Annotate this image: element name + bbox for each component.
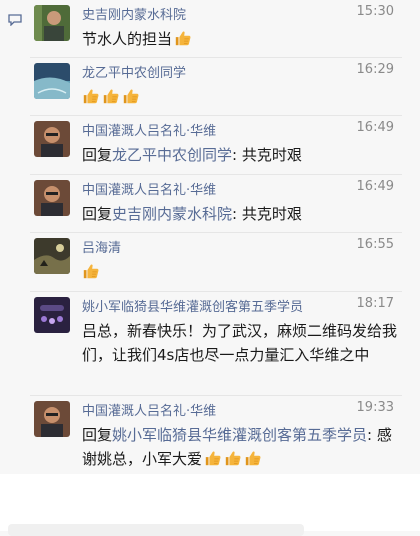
avatar[interactable] [34, 297, 70, 333]
reply-to-link[interactable]: 姚小军临猗县华维灌溉创客第五季学员 [112, 426, 367, 444]
comment-item: 姚小军临猗县华维灌溉创客第五季学员 18:17 吕总，新春快乐！为了武汉，麻烦二… [30, 292, 402, 396]
comment-feed: 史吉刚内蒙水科院 15:30 节水人的担当 龙乙平中农创同学 16:29 中国灌… [0, 0, 420, 474]
bottom-area [0, 474, 420, 536]
avatar[interactable] [34, 5, 70, 41]
commenter-name[interactable]: 龙乙平中农创同学 [82, 62, 186, 81]
comment-time: 16:29 [356, 62, 394, 77]
thumbs-up-icon [204, 449, 222, 467]
comment-time: 18:17 [356, 296, 394, 311]
comment-time: 19:33 [356, 400, 394, 415]
comment-text: 吕总，新春快乐！为了武汉，麻烦二维码发给我们，让我们4s店也尽一点力量汇入华维之… [82, 322, 398, 364]
thumbs-up-icon [82, 262, 100, 280]
comment-time: 16:55 [356, 237, 394, 252]
comment-text [82, 85, 402, 109]
comment-item: 史吉刚内蒙水科院 15:30 节水人的担当 [30, 0, 402, 58]
avatar[interactable] [34, 180, 70, 216]
comment-input[interactable] [8, 524, 304, 536]
comment-text: 回复龙乙平中农创同学: 共克时艰 [82, 143, 402, 167]
avatar[interactable] [34, 63, 70, 99]
thumbs-up-icon [174, 29, 192, 47]
comment-text: 节水人的担当 [82, 27, 402, 51]
comment-item: 中国灌溉人吕名礼·华维 19:33 回复姚小军临猗县华维灌溉创客第五季学员: 感… [30, 396, 402, 474]
reply-prefix: 回复 [82, 146, 113, 164]
commenter-name[interactable]: 姚小军临猗县华维灌溉创客第五季学员 [82, 296, 303, 315]
thumbs-up-icon [224, 449, 242, 467]
comment-text: 回复史吉刚内蒙水科院: 共克时艰 [82, 202, 402, 226]
reply-text: : 共克时艰 [232, 205, 302, 223]
commenter-name[interactable]: 史吉刚内蒙水科院 [82, 4, 186, 23]
comment-time: 16:49 [356, 120, 394, 135]
comment-text: 回复姚小军临猗县华维灌溉创客第五季学员: 感谢姚总，小军大爱 [82, 423, 402, 471]
thumbs-up-icon [82, 87, 100, 105]
commenter-name[interactable]: 中国灌溉人吕名礼·华维 [82, 179, 216, 198]
commenter-name[interactable]: 中国灌溉人吕名礼·华维 [82, 400, 216, 419]
reply-prefix: 回复 [82, 426, 113, 444]
reply-prefix: 回复 [82, 205, 113, 223]
comment-item: 中国灌溉人吕名礼·华维 16:49 回复龙乙平中农创同学: 共克时艰 [30, 116, 402, 175]
avatar[interactable] [34, 121, 70, 157]
thumbs-up-icon [102, 87, 120, 105]
commenter-name[interactable]: 中国灌溉人吕名礼·华维 [82, 120, 216, 139]
comment-text-content: 节水人的担当 [82, 30, 173, 48]
comment-item: 吕海清 16:55 [30, 233, 402, 292]
thumbs-up-icon [122, 87, 140, 105]
reply-to-link[interactable]: 史吉刚内蒙水科院 [112, 205, 232, 223]
comment-time: 15:30 [356, 4, 394, 19]
thumbs-up-icon [244, 449, 262, 467]
commenter-name[interactable]: 吕海清 [82, 237, 121, 256]
reply-to-link[interactable]: 龙乙平中农创同学 [112, 146, 232, 164]
avatar[interactable] [34, 238, 70, 274]
comment-item: 龙乙平中农创同学 16:29 [30, 58, 402, 116]
reply-text: : 共克时艰 [232, 146, 302, 164]
comment-time: 16:49 [356, 179, 394, 194]
comment-item: 中国灌溉人吕名礼·华维 16:49 回复史吉刚内蒙水科院: 共克时艰 [30, 175, 402, 233]
avatar[interactable] [34, 401, 70, 437]
comment-icon [8, 14, 22, 26]
comment-text [82, 260, 402, 284]
